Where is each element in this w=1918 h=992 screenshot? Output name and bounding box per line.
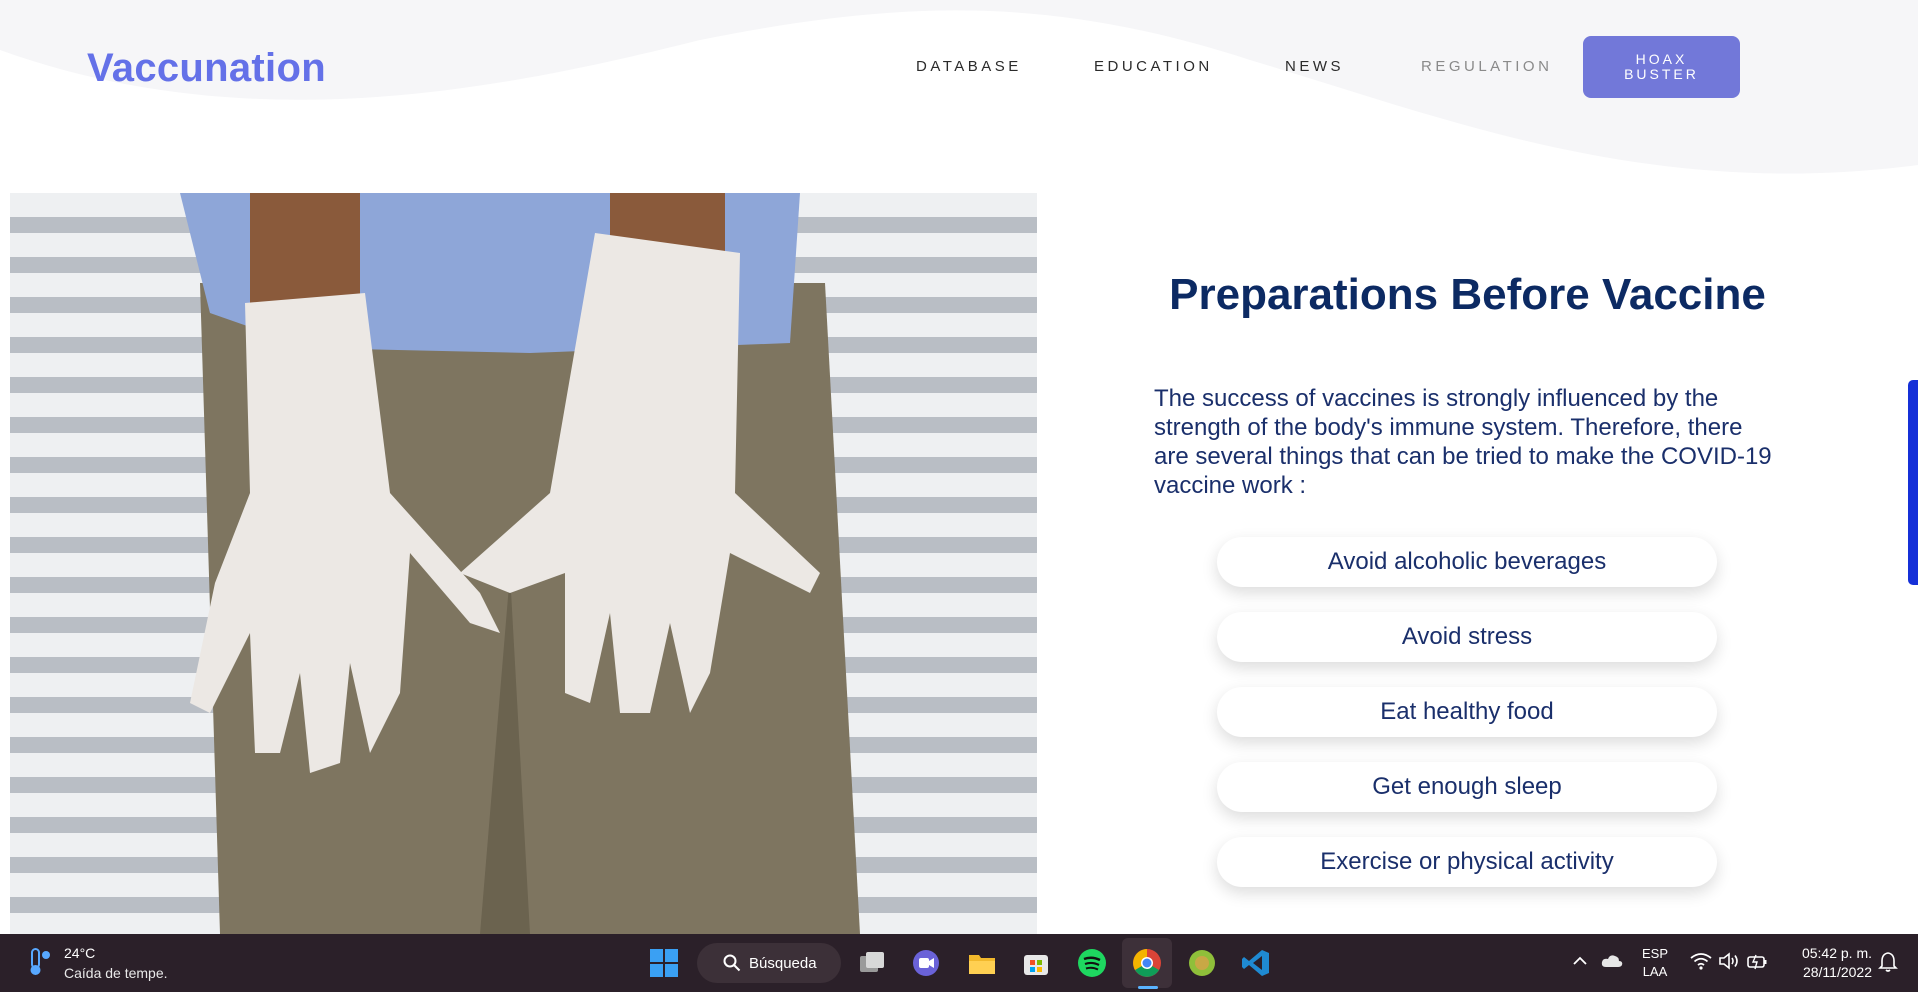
system-clock[interactable]: 05:42 p. m. 28/11/2022	[1780, 944, 1872, 982]
clock-date: 28/11/2022	[1802, 964, 1872, 980]
search-icon	[723, 954, 741, 972]
gloved-hands-photo	[10, 193, 1037, 934]
hoax-buster-label-line2: BUSTER	[1624, 66, 1699, 82]
thermometer-icon[interactable]	[20, 946, 52, 978]
weather-description[interactable]: Caída de tempe.	[64, 965, 168, 981]
spotify-icon[interactable]	[1076, 947, 1108, 979]
notification-bell-icon[interactable]	[1878, 951, 1898, 973]
chrome-icon[interactable]	[1131, 947, 1163, 979]
wifi-icon[interactable]	[1690, 952, 1712, 970]
search-label: Búsqueda	[749, 954, 817, 972]
tip-item: Avoid stress	[1217, 612, 1717, 662]
hoax-buster-label-line1: HOAX	[1635, 51, 1688, 67]
tip-item: Eat healthy food	[1217, 687, 1717, 737]
task-view-icon[interactable]	[856, 947, 888, 979]
weather-temperature[interactable]: 24°C	[64, 945, 95, 961]
scroll-indicator[interactable]	[1908, 380, 1918, 585]
chat-icon[interactable]	[910, 947, 942, 979]
nav-news[interactable]: NEWS	[1285, 58, 1344, 75]
nav-database[interactable]: DATABASE	[916, 58, 1022, 75]
vscode-icon[interactable]	[1240, 947, 1272, 979]
intro-paragraph: The success of vaccines is strongly infl…	[1154, 385, 1772, 499]
page-title: Preparations Before Vaccine	[1169, 270, 1766, 319]
taskbar: 24°C Caída de tempe. Búsqueda ESP LAA 05…	[0, 934, 1918, 992]
tip-item: Get enough sleep	[1217, 762, 1717, 812]
clock-time: 05:42 p. m.	[1801, 945, 1872, 961]
volume-icon[interactable]	[1718, 952, 1740, 970]
chevron-up-icon[interactable]	[1572, 955, 1588, 967]
nav-education[interactable]: EDUCATION	[1094, 58, 1213, 75]
chrome-active-indicator	[1138, 986, 1158, 989]
battery-icon[interactable]	[1746, 952, 1768, 970]
nav-regulation[interactable]: REGULATION	[1421, 58, 1552, 75]
app-icon[interactable]	[1186, 947, 1218, 979]
hoax-buster-button[interactable]: HOAX BUSTER	[1583, 36, 1740, 98]
language-indicator[interactable]: ESP LAA	[1640, 945, 1670, 981]
file-explorer-icon[interactable]	[966, 947, 998, 979]
store-icon[interactable]	[1020, 947, 1052, 979]
keyboard-layout: LAA	[1642, 964, 1668, 979]
windows-start-icon[interactable]	[648, 947, 680, 979]
taskbar-search[interactable]: Búsqueda	[697, 943, 841, 983]
onedrive-cloud-icon[interactable]	[1600, 953, 1624, 969]
brand-logo[interactable]: Vaccunation	[87, 46, 326, 91]
tip-item: Avoid alcoholic beverages	[1217, 537, 1717, 587]
tip-item: Exercise or physical activity	[1217, 837, 1717, 887]
language-code: ESP	[1641, 946, 1668, 961]
